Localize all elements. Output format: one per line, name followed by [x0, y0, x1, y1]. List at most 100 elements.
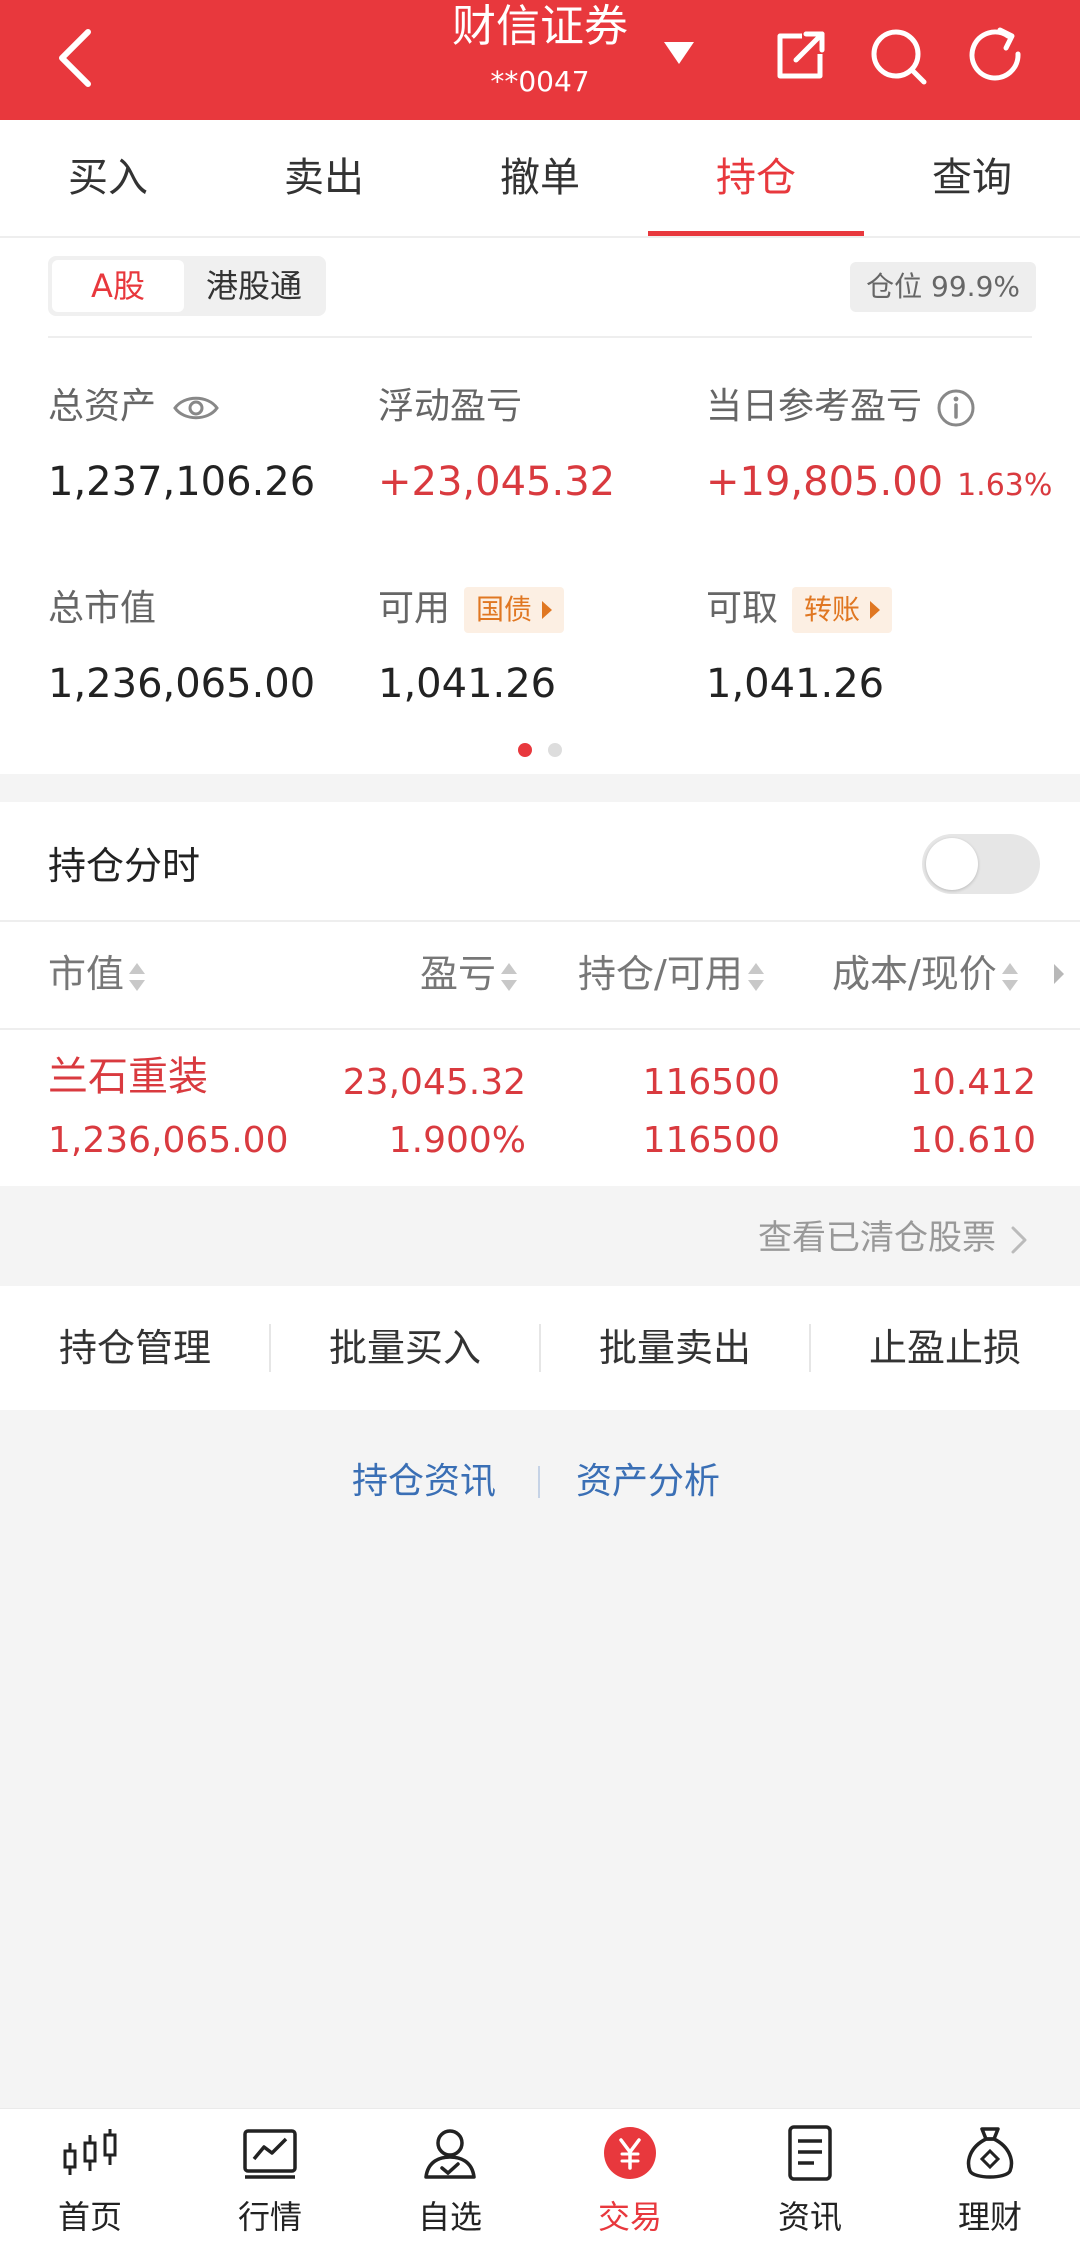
back-arrow-icon[interactable] — [52, 26, 100, 90]
position-ratio-badge: 仓位 99.9% — [850, 262, 1036, 312]
search-icon[interactable] — [866, 24, 930, 88]
nav-news[interactable]: 资讯 — [720, 2117, 900, 2256]
available-label: 可用 — [378, 588, 451, 629]
caret-down-icon[interactable] — [664, 42, 694, 66]
nav-market[interactable]: 行情 — [180, 2117, 360, 2256]
market-value-value: 1,236,065.00 — [48, 661, 316, 707]
eye-icon[interactable] — [172, 393, 220, 423]
col-header-label: 持仓/可用 — [578, 952, 743, 996]
stock-name: 兰石重装 — [48, 1054, 208, 1100]
table-row[interactable]: 兰石重装 1,236,065.00 23,045.32 1.900% 11650… — [0, 1030, 1080, 1186]
nav-wealth-label: 理财 — [957, 2198, 1022, 2236]
nav-home[interactable]: 首页 — [0, 2117, 180, 2256]
tab-holdings[interactable]: 持仓 — [648, 120, 864, 236]
holdings-section: 持仓分时 市值 盈亏 持仓/可用 成本/现价 兰石重装 1,236,065.00… — [0, 802, 1080, 1186]
account-summary-card: A股 港股通 仓位 99.9% 总资产 1,237,106.26 浮动盈亏 +2… — [0, 238, 1080, 774]
tab-query[interactable]: 查询 — [864, 120, 1080, 236]
take-profit-stop-loss-button[interactable]: 止盈止损 — [810, 1286, 1080, 1410]
stock-price: 10.610 — [910, 1120, 1036, 1161]
cleared-stocks-bar: 查看已清仓股票 — [0, 1188, 1080, 1286]
cleared-stocks-label: 查看已清仓股票 — [758, 1218, 996, 1258]
col-header-pnl[interactable]: 盈亏 — [420, 944, 518, 1004]
page-indicator — [0, 742, 1080, 758]
nav-wealth[interactable]: 理财 — [900, 2117, 1080, 2256]
stock-cost: 10.412 — [910, 1062, 1036, 1103]
market-value-label: 总市值 — [48, 588, 157, 629]
metric-daily-pnl: 当日参考盈亏 +19,805.00 1.63% — [706, 382, 1052, 514]
withdrawable-label: 可取 — [706, 588, 779, 629]
col-header-cost[interactable]: 成本/现价 — [832, 944, 1019, 1004]
col-header-label: 盈亏 — [420, 952, 497, 996]
divider — [0, 920, 1080, 922]
page-dot-active[interactable] — [518, 743, 532, 757]
sort-icon — [501, 962, 518, 991]
transfer-tag[interactable]: 转账 — [792, 587, 893, 633]
bottom-nav: 首页 行情 自选 交易 资讯 理财 — [0, 2108, 1080, 2256]
stock-available: 116500 — [642, 1120, 780, 1161]
nav-watchlist-label: 自选 — [417, 2198, 482, 2236]
top-bar: 财信证券 **0047 — [0, 0, 1080, 120]
total-assets-label: 总资产 — [48, 386, 157, 427]
daily-pnl-label: 当日参考盈亏 — [706, 386, 923, 427]
cleared-stocks-link[interactable]: 查看已清仓股票 — [758, 1210, 1030, 1266]
withdrawable-value: 1,041.26 — [706, 661, 885, 707]
batch-sell-button[interactable]: 批量卖出 — [540, 1286, 810, 1410]
info-icon[interactable] — [936, 388, 976, 428]
page-dot[interactable] — [548, 743, 562, 757]
stock-market-value: 1,236,065.00 — [48, 1120, 289, 1161]
nav-market-label: 行情 — [237, 2198, 302, 2236]
asset-analysis-link[interactable]: 资产分析 — [576, 1452, 720, 1512]
divider — [48, 336, 1032, 338]
refresh-icon[interactable] — [964, 24, 1028, 88]
segment-hk-connect[interactable]: 港股通 — [188, 260, 320, 312]
floating-pnl-value: +23,045.32 — [378, 459, 616, 505]
daily-pnl-value: +19,805.00 — [706, 459, 944, 505]
divider — [538, 1466, 540, 1498]
floating-pnl-label: 浮动盈亏 — [378, 386, 523, 427]
user-check-icon — [424, 2129, 476, 2179]
col-header-position[interactable]: 持仓/可用 — [578, 944, 765, 1004]
metric-floating-pnl: 浮动盈亏 +23,045.32 — [378, 382, 708, 510]
candlestick-icon — [63, 2129, 117, 2175]
yuan-coin-icon — [604, 2127, 656, 2179]
tab-cancel-order[interactable]: 撤单 — [432, 120, 648, 236]
trend-chart-icon — [243, 2129, 297, 2179]
nav-home-label: 首页 — [57, 2198, 122, 2236]
account-number: **0047 — [490, 65, 590, 98]
tab-buy[interactable]: 买入 — [0, 120, 216, 236]
col-header-market-value[interactable]: 市值 — [48, 944, 146, 1004]
share-icon[interactable] — [768, 24, 832, 88]
money-bag-icon — [966, 2127, 1014, 2179]
market-segment: A股 港股通 — [48, 256, 326, 316]
stock-pnl-percent: 1.900% — [388, 1120, 526, 1161]
col-header-label: 成本/现价 — [832, 952, 997, 996]
broker-title[interactable]: 财信证券 — [420, 0, 660, 54]
treasury-bond-tag[interactable]: 国债 — [464, 587, 565, 633]
scroll-right-icon[interactable] — [1052, 962, 1066, 986]
segment-a-share[interactable]: A股 — [52, 260, 184, 312]
col-header-label: 市值 — [48, 952, 125, 996]
trade-tabs: 买入 卖出 撤单 持仓 查询 — [0, 120, 1080, 238]
chevron-right-icon — [1011, 1226, 1027, 1253]
available-value: 1,041.26 — [378, 661, 557, 707]
tab-sell[interactable]: 卖出 — [216, 120, 432, 236]
metric-market-value: 总市值 1,236,065.00 — [48, 584, 378, 712]
nav-news-label: 资讯 — [777, 2198, 842, 2236]
metric-withdrawable: 可取 转账 1,041.26 — [706, 584, 1036, 712]
stock-pnl: 23,045.32 — [342, 1062, 526, 1103]
holding-news-link[interactable]: 持仓资讯 — [352, 1452, 496, 1512]
daily-pnl-percent: 1.63% — [957, 468, 1053, 503]
nav-watchlist[interactable]: 自选 — [360, 2117, 540, 2256]
document-icon — [788, 2125, 832, 2181]
metric-total-assets: 总资产 1,237,106.26 — [48, 382, 378, 510]
position-actions: 持仓管理 批量买入 批量卖出 止盈止损 — [0, 1286, 1080, 1410]
stock-position: 116500 — [642, 1062, 780, 1103]
holding-intraday-toggle[interactable] — [922, 834, 1040, 894]
nav-trade[interactable]: 交易 — [540, 2117, 720, 2256]
sort-icon — [129, 962, 146, 991]
batch-buy-button[interactable]: 批量买入 — [270, 1286, 540, 1410]
toggle-knob — [926, 838, 978, 890]
info-links: 持仓资讯 资产分析 — [0, 1452, 1080, 1512]
holding-management-button[interactable]: 持仓管理 — [0, 1286, 270, 1410]
sort-icon — [1001, 962, 1018, 991]
